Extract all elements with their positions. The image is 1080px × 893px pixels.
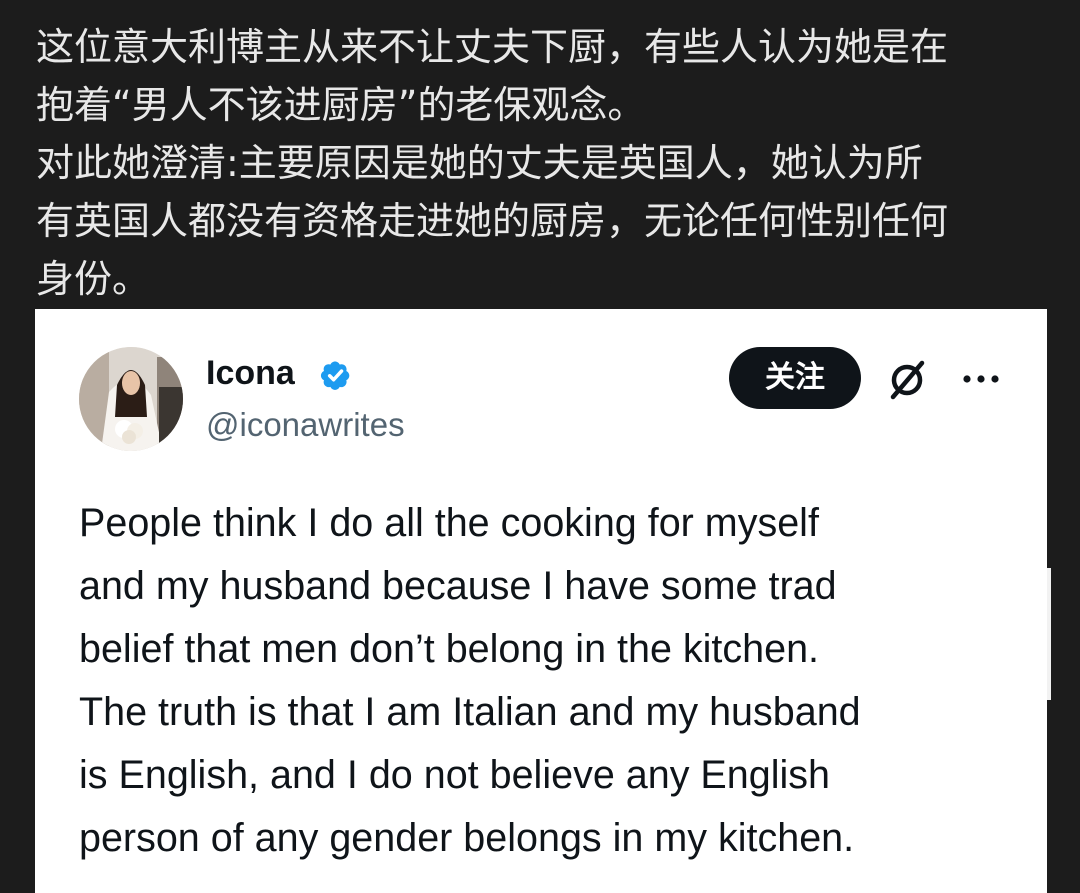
follow-button[interactable]: 关注 bbox=[729, 347, 861, 409]
tweet-text-line: and my husband because I have some trad bbox=[79, 564, 837, 608]
tweet-text: People think I do all the cooking for my… bbox=[79, 492, 999, 870]
verified-badge-icon bbox=[320, 361, 350, 390]
tweet-text-line: person of any gender belongs in my kitch… bbox=[79, 816, 855, 860]
caption-line: 这位意大利博主从来不让丈夫下厨，有些人认为她是在 bbox=[36, 25, 949, 69]
caption-line: 抱着“男人不该进厨房”的老保观念。 bbox=[36, 83, 646, 127]
tweet-card: Icona @iconawrites 关注 People think I do … bbox=[35, 309, 1047, 893]
caption-line: 有英国人都没有资格走进她的厨房，无论任何性别任何 bbox=[36, 199, 949, 243]
more-icon[interactable] bbox=[957, 361, 1005, 397]
post-caption: 这位意大利博主从来不让丈夫下厨，有些人认为她是在 抱着“男人不该进厨房”的老保观… bbox=[36, 18, 1056, 308]
avatar[interactable] bbox=[79, 347, 183, 451]
caption-line: 对此她澄清:主要原因是她的丈夫是英国人，她认为所 bbox=[36, 141, 923, 185]
side-divider bbox=[1047, 568, 1051, 700]
tweet-text-line: is English, and I do not believe any Eng… bbox=[79, 753, 830, 797]
user-handle[interactable]: @iconawrites bbox=[206, 405, 405, 445]
tweet-text-line: People think I do all the cooking for my… bbox=[79, 501, 819, 545]
tweet-text-line: The truth is that I am Italian and my hu… bbox=[79, 690, 861, 734]
caption-line: 身份。 bbox=[36, 257, 151, 301]
display-name[interactable]: Icona bbox=[206, 353, 295, 393]
grok-icon[interactable] bbox=[885, 357, 931, 403]
tweet-text-line: belief that men don’t belong in the kitc… bbox=[79, 627, 820, 671]
